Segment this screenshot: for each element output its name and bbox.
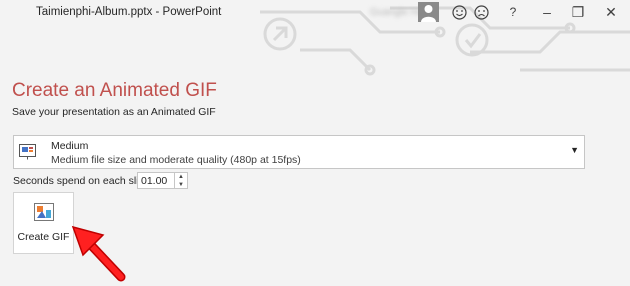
create-gif-label: Create GIF (17, 231, 70, 243)
minimize-button[interactable]: – (538, 2, 556, 22)
seconds-input[interactable] (137, 172, 175, 189)
page-subtitle: Save your presentation as an Animated GI… (12, 106, 216, 118)
spin-down-icon[interactable]: ▼ (175, 181, 187, 189)
smile-feedback-icon[interactable] (451, 2, 467, 22)
gif-image-icon (34, 203, 54, 221)
help-button[interactable]: ? (505, 2, 521, 22)
page-title: Create an Animated GIF (12, 80, 217, 101)
create-gif-button[interactable]: Create GIF (13, 192, 74, 254)
presentation-quality-icon (19, 144, 36, 160)
close-button[interactable]: ✕ (602, 2, 620, 22)
quality-selected: Medium (51, 140, 89, 152)
frown-feedback-icon[interactable] (473, 2, 489, 22)
seconds-label: Seconds spend on each slide: (13, 175, 154, 187)
title-bar: Taimienphi-Album.pptx - PowerPoint Guang… (0, 0, 630, 76)
restore-button[interactable]: ❐ (569, 2, 587, 22)
seconds-spinner[interactable]: ▲ ▼ (175, 172, 188, 189)
user-avatar[interactable] (418, 2, 439, 22)
person-icon (421, 5, 436, 22)
quality-dropdown[interactable]: Medium Medium file size and moderate qua… (13, 135, 585, 169)
user-name[interactable]: Guangle Ha (370, 7, 423, 18)
chevron-down-icon[interactable]: ▼ (570, 145, 579, 155)
quality-description: Medium file size and moderate quality (4… (51, 154, 301, 166)
window-title: Taimienphi-Album.pptx - PowerPoint (36, 6, 222, 18)
spin-up-icon[interactable]: ▲ (175, 173, 187, 181)
